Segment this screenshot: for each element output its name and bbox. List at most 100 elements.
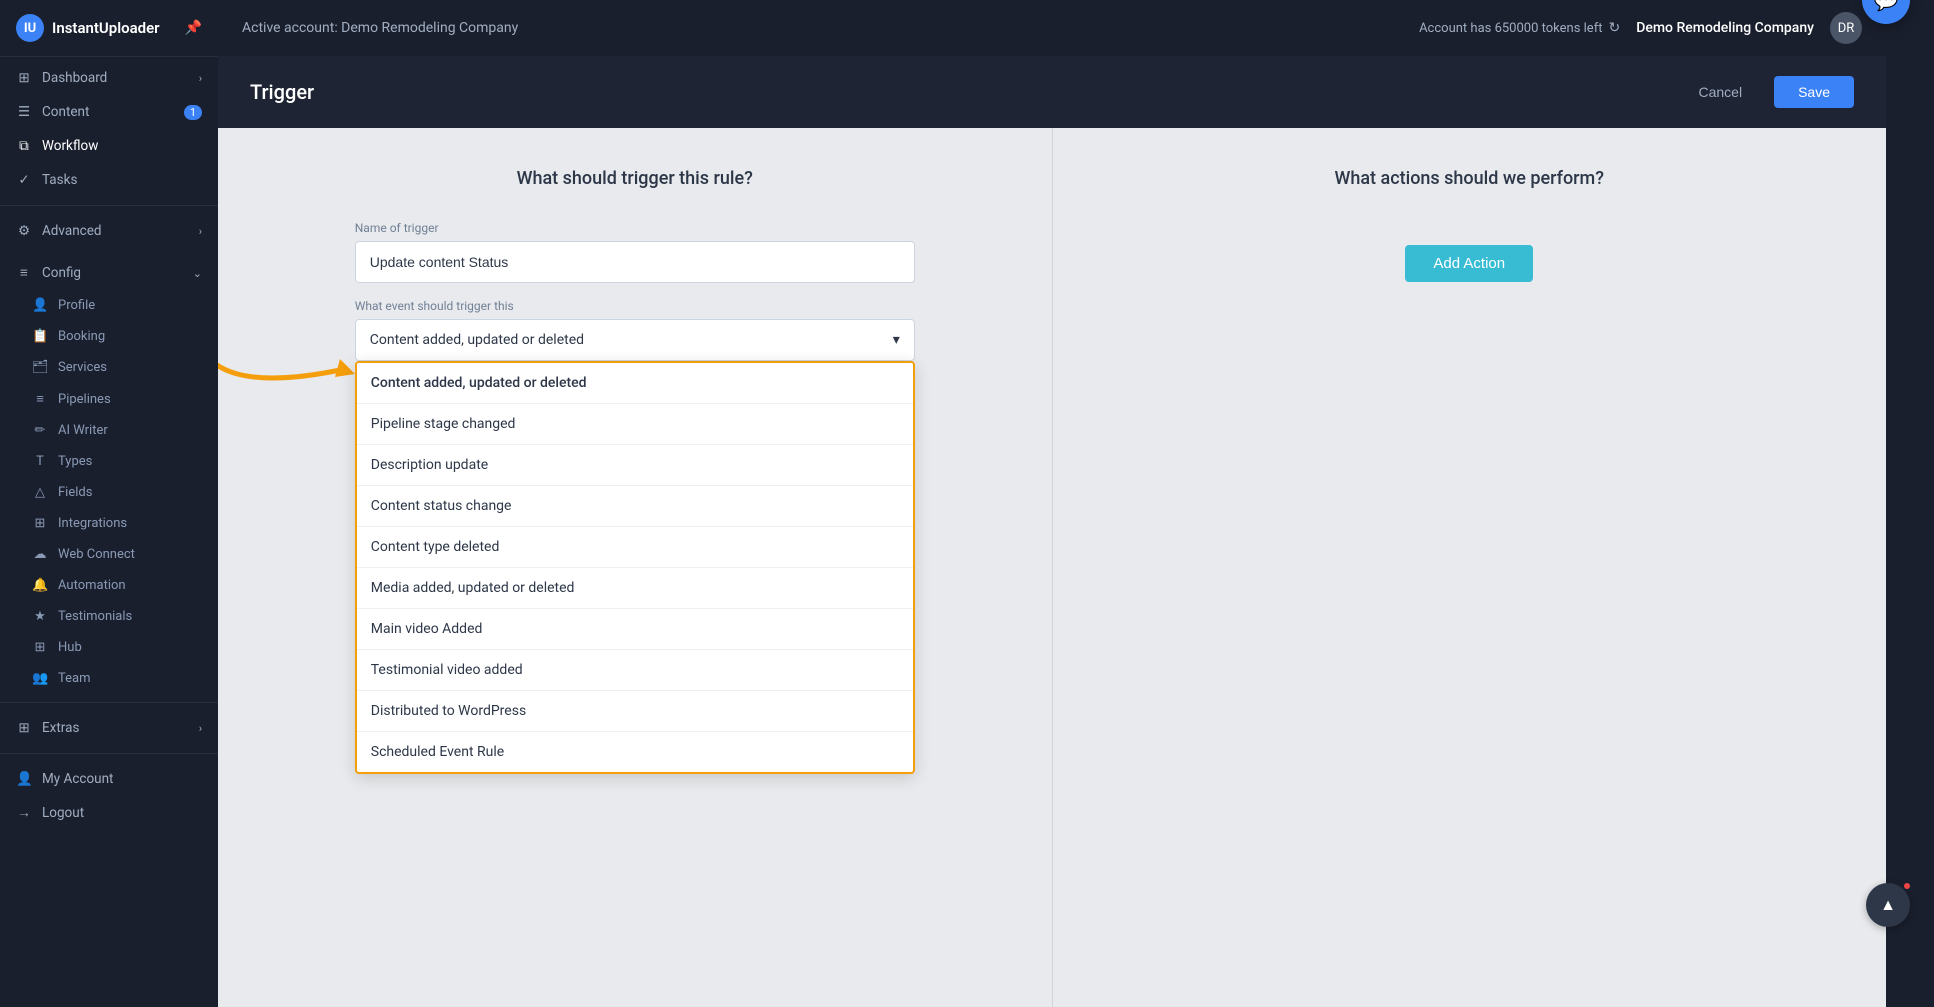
name-field: Name of trigger xyxy=(355,221,915,283)
sidebar-item-testimonials[interactable]: ★ Testimonials xyxy=(0,601,218,632)
dropdown-item-media-added[interactable]: Media added, updated or deleted xyxy=(357,568,913,609)
sidebar-item-fields[interactable]: △ Fields xyxy=(0,477,218,508)
dropdown-item-main-video[interactable]: Main video Added xyxy=(357,609,913,650)
tasks-icon: ✓ xyxy=(16,172,32,188)
sub-item-label: Fields xyxy=(58,485,92,500)
trigger-type-field: What event should trigger this Content a… xyxy=(355,299,915,361)
topbar-right: Account has 650000 tokens left ↻ Demo Re… xyxy=(1419,12,1862,44)
sidebar-item-tasks[interactable]: ✓ Tasks xyxy=(0,163,218,197)
sidebar-logo[interactable]: IU InstantUploader xyxy=(16,14,160,42)
select-display[interactable]: Content added, updated or deleted ▾ xyxy=(355,319,915,361)
sidebar-item-services[interactable]: 🗂 Services xyxy=(0,352,218,383)
sidebar-item-integrations[interactable]: ⊞ Integrations xyxy=(0,508,218,539)
sidebar-item-extras[interactable]: ⊞ Extras › xyxy=(0,711,218,745)
booking-icon: 📋 xyxy=(32,329,48,344)
right-panel-heading: What actions should we perform? xyxy=(1335,168,1604,189)
dropdown-item-content-type-deleted[interactable]: Content type deleted xyxy=(357,527,913,568)
sidebar-item-workflow[interactable]: ⧉ Workflow xyxy=(0,129,218,163)
testimonials-icon: ★ xyxy=(32,609,48,624)
workflow-icon: ⧉ xyxy=(16,138,32,154)
sidebar-item-pipelines[interactable]: ≡ Pipelines xyxy=(0,383,218,415)
ai-writer-icon: ✏ xyxy=(32,423,48,438)
fields-icon: △ xyxy=(32,485,48,500)
dropdown-item-description-update[interactable]: Description update xyxy=(357,445,913,486)
dropdown-item-content-status[interactable]: Content status change xyxy=(357,486,913,527)
my-account-icon: 👤 xyxy=(16,771,32,787)
sidebar-item-dashboard[interactable]: ⊞ Dashboard › xyxy=(0,61,218,95)
sidebar-item-content[interactable]: ☰ Content 1 xyxy=(0,95,218,129)
sidebar-item-ai-writer[interactable]: ✏ AI Writer xyxy=(0,415,218,446)
token-info: Account has 650000 tokens left ↻ xyxy=(1419,20,1620,36)
hub-icon: ⊞ xyxy=(32,640,48,655)
trigger-form: Name of trigger What event should trigge… xyxy=(355,221,915,377)
notification-dot xyxy=(1902,881,1912,891)
save-button[interactable]: Save xyxy=(1774,76,1854,108)
main-nav: ⊞ Dashboard › ☰ Content 1 ⧉ Workflow ✓ T… xyxy=(0,57,218,201)
dropdown-item-content-added[interactable]: Content added, updated or deleted xyxy=(357,363,913,404)
trigger-header: Trigger Cancel Save xyxy=(218,56,1886,128)
sidebar-item-hub[interactable]: ⊞ Hub xyxy=(0,632,218,663)
sub-item-label: Automation xyxy=(58,578,126,593)
trigger-dropdown: Content added, updated or deleted Pipeli… xyxy=(355,361,915,774)
sidebar-item-label: Advanced xyxy=(42,223,189,239)
sub-item-label: Team xyxy=(58,671,91,686)
integrations-icon: ⊞ xyxy=(32,516,48,531)
sub-item-label: Profile xyxy=(58,298,95,313)
sidebar-item-advanced[interactable]: ⚙ Advanced › xyxy=(0,214,218,248)
sidebar-item-types[interactable]: T Types xyxy=(0,446,218,477)
automation-icon: 🔔 xyxy=(32,578,48,593)
add-action-button[interactable]: Add Action xyxy=(1405,245,1533,282)
extras-section: ⊞ Extras › xyxy=(0,707,218,749)
dropdown-item-testimonial-video[interactable]: Testimonial video added xyxy=(357,650,913,691)
sidebar-item-my-account[interactable]: 👤 My Account xyxy=(0,762,218,796)
left-panel-heading: What should trigger this rule? xyxy=(517,168,753,189)
dropdown-item-scheduled-event[interactable]: Scheduled Event Rule xyxy=(357,732,913,772)
types-icon: T xyxy=(32,454,48,469)
avatar: DR xyxy=(1830,12,1862,44)
sidebar: IU InstantUploader 📌 ⊞ Dashboard › ☰ Con… xyxy=(0,0,218,1007)
sidebar-item-booking[interactable]: 📋 Booking xyxy=(0,321,218,352)
sidebar-item-config[interactable]: ≡ Config ⌄ xyxy=(0,256,218,290)
name-input[interactable] xyxy=(355,241,915,283)
topbar: Active account: Demo Remodeling Company … xyxy=(218,0,1886,56)
sub-item-label: Pipelines xyxy=(58,392,111,407)
selected-option-text: Content added, updated or deleted xyxy=(370,332,584,348)
trigger-body: What should trigger this rule? Name of t… xyxy=(218,128,1886,1007)
advanced-section: ⚙ Advanced › xyxy=(0,210,218,252)
cancel-button[interactable]: Cancel xyxy=(1678,76,1762,108)
profile-icon: 👤 xyxy=(32,298,48,313)
pipelines-icon: ≡ xyxy=(32,391,48,407)
sidebar-item-label: Content xyxy=(42,104,174,120)
pin-icon[interactable]: 📌 xyxy=(185,20,202,36)
sidebar-item-web-connect[interactable]: ☁ Web Connect xyxy=(0,539,218,570)
left-panel: What should trigger this rule? Name of t… xyxy=(218,128,1052,1007)
sub-item-label: Types xyxy=(58,454,92,469)
extras-icon: ⊞ xyxy=(16,720,32,736)
services-icon: 🗂 xyxy=(32,360,48,375)
sidebar-item-team[interactable]: 👥 Team xyxy=(0,663,218,694)
sub-item-label: Testimonials xyxy=(58,609,132,624)
sidebar-item-label: Extras xyxy=(42,720,189,736)
content-badge: 1 xyxy=(184,105,202,120)
topbar-title: Active account: Demo Remodeling Company xyxy=(242,20,518,36)
sidebar-item-logout[interactable]: → Logout xyxy=(0,796,218,830)
sidebar-item-label: Dashboard xyxy=(42,70,189,86)
trigger-type-select[interactable]: Content added, updated or deleted ▾ Cont… xyxy=(355,319,915,361)
chevron-icon: › xyxy=(199,72,202,85)
refresh-icon[interactable]: ↻ xyxy=(1608,20,1620,36)
divider xyxy=(0,205,218,206)
content-area: Trigger Cancel Save What should trigger … xyxy=(218,56,1886,1007)
select-chevron: ▾ xyxy=(893,332,900,348)
dropdown-item-distributed-wp[interactable]: Distributed to WordPress xyxy=(357,691,913,732)
chevron-icon: › xyxy=(199,722,202,735)
chevron-down-icon: ⌄ xyxy=(193,267,202,280)
chat-icon: 💬 xyxy=(1874,0,1899,12)
main-content: Active account: Demo Remodeling Company … xyxy=(218,0,1886,1007)
team-icon: 👥 xyxy=(32,671,48,686)
chevron-icon: › xyxy=(199,225,202,238)
scroll-top-button[interactable]: ▲ xyxy=(1866,883,1910,927)
config-section: ≡ Config ⌄ 👤 Profile 📋 Booking 🗂 Service… xyxy=(0,252,218,698)
sidebar-item-automation[interactable]: 🔔 Automation xyxy=(0,570,218,601)
dropdown-item-pipeline-stage[interactable]: Pipeline stage changed xyxy=(357,404,913,445)
sidebar-item-profile[interactable]: 👤 Profile xyxy=(0,290,218,321)
